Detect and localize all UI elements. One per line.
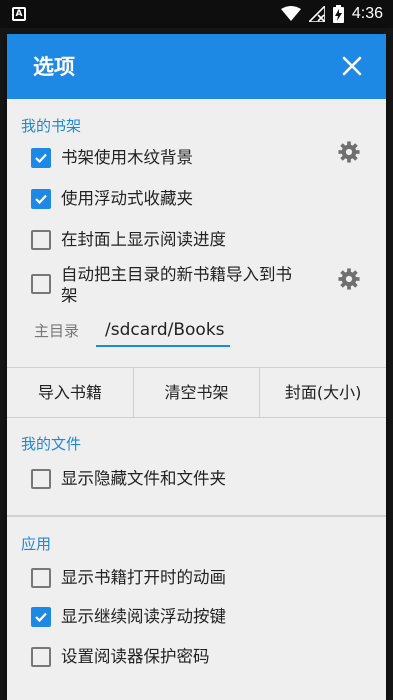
option-label-line2: 架 <box>61 286 78 305</box>
status-icons: 4:36 <box>280 4 383 24</box>
checkbox[interactable] <box>31 189 51 209</box>
gear-icon[interactable] <box>338 268 360 290</box>
import-books-button[interactable]: 导入书籍 <box>7 368 134 417</box>
wifi-icon <box>280 6 301 21</box>
option-open-animation[interactable]: 显示书籍打开时的动画 <box>31 566 371 590</box>
option-label: 在封面上显示阅读进度 <box>61 230 226 249</box>
checkbox[interactable] <box>31 568 51 588</box>
option-floating-favorites[interactable]: 使用浮动式收藏夹 <box>31 187 371 211</box>
option-label: 显示书籍打开时的动画 <box>61 568 226 587</box>
close-icon[interactable] <box>340 54 364 78</box>
bookshelf-button-bar: 导入书籍 清空书架 封面(大小) <box>7 367 386 418</box>
battery-charging-icon <box>332 5 344 23</box>
home-dir-label: 主目录 <box>34 322 80 340</box>
no-signal-icon <box>308 6 325 22</box>
checkbox[interactable] <box>31 230 51 250</box>
dialog-title: 选项 <box>33 55 75 79</box>
cover-size-button[interactable]: 封面(大小) <box>260 368 386 417</box>
options-dialog: 选项 我的书架 书架使用木纹背景 使用浮动式收藏夹 在封面上显示阅读进度 自动把… <box>7 34 386 700</box>
home-dir-input[interactable]: /sdcard/Books <box>96 319 230 347</box>
checkbox[interactable] <box>31 469 51 489</box>
option-label: 显示隐藏文件和文件夹 <box>61 469 226 488</box>
option-show-hidden[interactable]: 显示隐藏文件和文件夹 <box>31 467 371 491</box>
dialog-header: 选项 <box>7 34 386 99</box>
option-reader-password[interactable]: 设置阅读器保护密码 <box>31 645 371 669</box>
option-label: 显示继续阅读浮动按键 <box>61 607 226 626</box>
checkbox[interactable] <box>31 607 51 627</box>
gear-icon[interactable] <box>338 141 360 163</box>
option-cover-progress[interactable]: 在封面上显示阅读进度 <box>31 228 371 252</box>
app-notification-icon: A <box>12 7 26 21</box>
option-wood-background[interactable]: 书架使用木纹背景 <box>31 146 371 170</box>
section-title-files: 我的文件 <box>21 435 82 453</box>
checkbox[interactable] <box>31 274 51 294</box>
clear-shelf-button[interactable]: 清空书架 <box>134 368 261 417</box>
status-time: 4:36 <box>351 5 383 22</box>
option-label: 使用浮动式收藏夹 <box>61 189 193 208</box>
option-label: 书架使用木纹背景 <box>61 148 193 167</box>
option-label: 设置阅读器保护密码 <box>61 647 210 666</box>
section-title-bookshelf: 我的书架 <box>21 117 82 135</box>
option-label-line1: 自动把主目录的新书籍导入到书 <box>61 265 292 284</box>
option-auto-import[interactable]: 自动把主目录的新书籍导入到书 架 <box>31 263 371 307</box>
option-continue-reading-button[interactable]: 显示继续阅读浮动按键 <box>31 605 371 629</box>
checkbox[interactable] <box>31 647 51 667</box>
status-bar: A 4:36 <box>0 0 393 28</box>
checkbox[interactable] <box>31 148 51 168</box>
section-divider <box>7 515 386 517</box>
section-title-app: 应用 <box>21 535 52 553</box>
